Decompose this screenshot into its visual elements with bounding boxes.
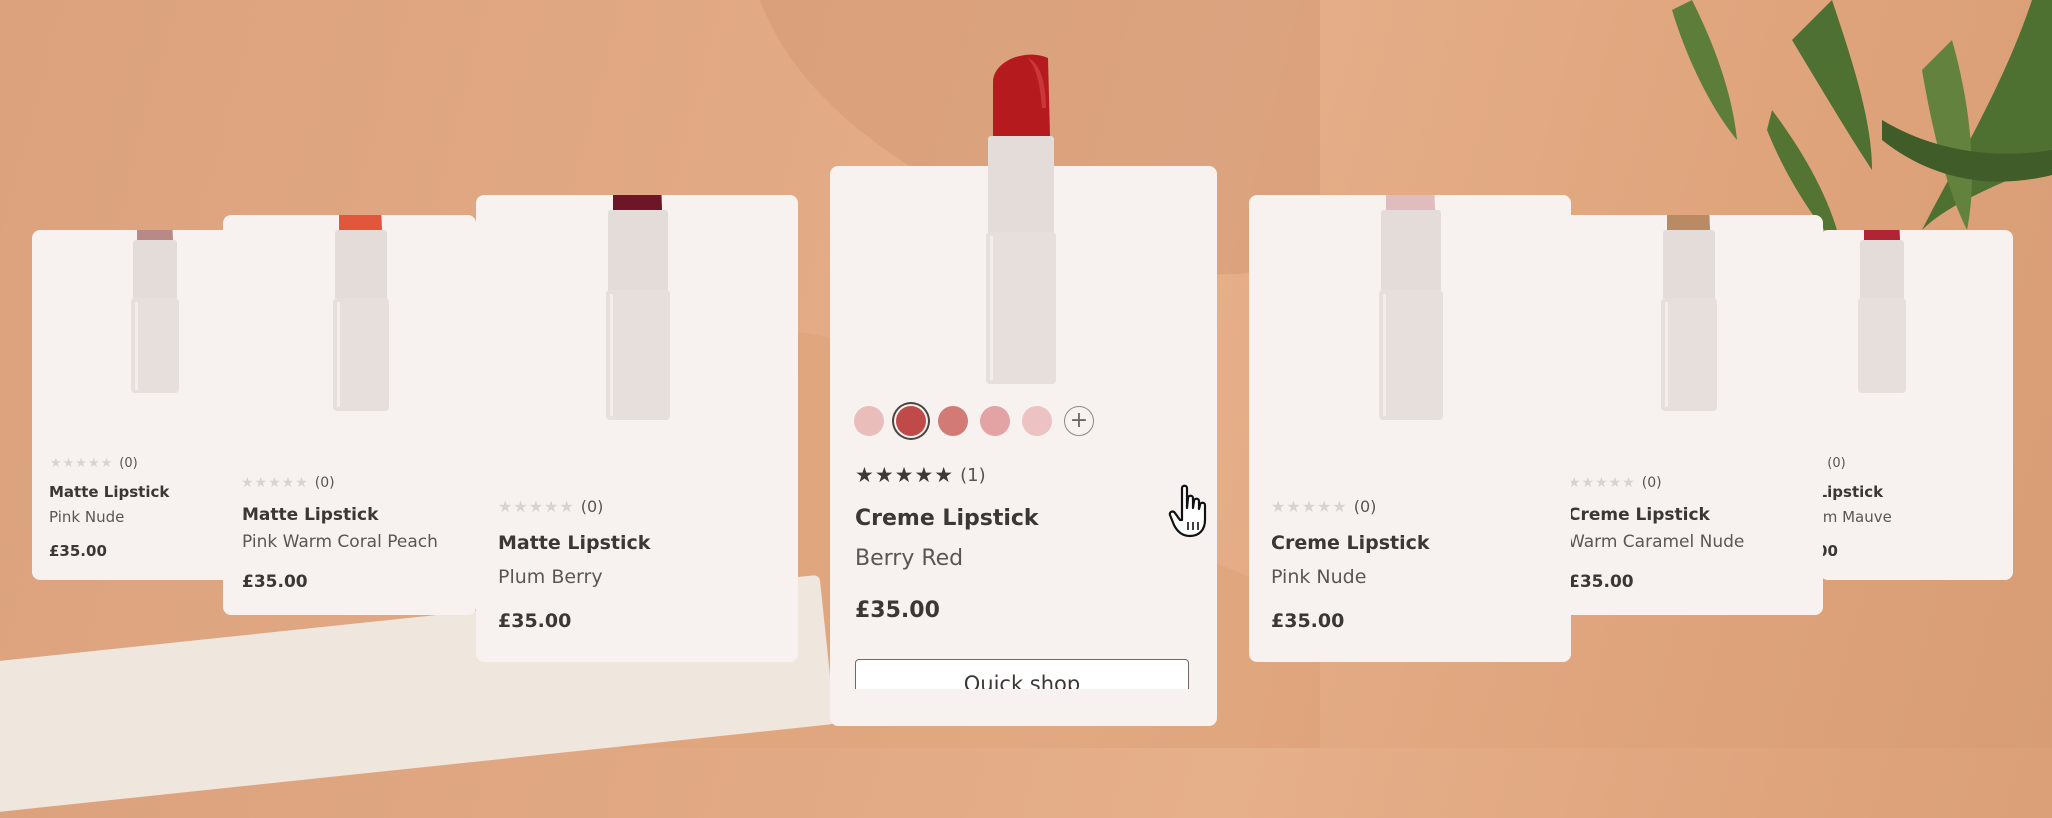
product-price: £35.00 bbox=[242, 572, 308, 592]
review-count: (0) bbox=[1641, 475, 1662, 491]
star-rating-icon: ★★★★★ bbox=[1271, 497, 1348, 516]
star-rating-icon: ★★★★★ bbox=[50, 456, 114, 471]
product-card-featured[interactable]: + ★★★★★ (1) Creme Lipstick Berry Red £35… bbox=[830, 54, 1217, 726]
product-name[interactable]: Creme Lipstick bbox=[1820, 483, 1883, 501]
lipstick-bullet bbox=[1667, 215, 1710, 230]
rating: ★★★★★ (0) bbox=[50, 456, 138, 471]
rating: ★★★★★ (0) bbox=[1271, 497, 1376, 516]
product-card-7[interactable]: ★★★★★ (0) Creme Lipstick Plum Mauve £35.… bbox=[1820, 230, 2013, 580]
product-card-3[interactable]: ★★★★★ (0) Matte Lipstick Plum Berry £35.… bbox=[476, 195, 798, 662]
product-shade: Berry Red bbox=[855, 546, 964, 571]
review-count: (0) bbox=[580, 497, 604, 516]
product-price: £35.00 bbox=[1271, 610, 1345, 632]
product-shade: Pink Nude bbox=[49, 508, 125, 526]
lipstick-bullet bbox=[1386, 195, 1435, 210]
star-rating-icon: ★★★★★ bbox=[498, 497, 575, 516]
star-rating-icon: ★★★★★ bbox=[241, 475, 309, 491]
product-card-2[interactable]: ★★★★★ (0) Matte Lipstick Pink Warm Coral… bbox=[223, 215, 476, 615]
product-shade: Plum Mauve bbox=[1820, 508, 1892, 526]
product-card-6[interactable]: ★★★★★ (0) Creme Lipstick Warm Caramel Nu… bbox=[1550, 215, 1823, 615]
product-name[interactable]: Matte Lipstick bbox=[49, 483, 169, 501]
shade-swatch-4[interactable] bbox=[980, 406, 1010, 436]
product-image bbox=[333, 215, 389, 411]
product-shade: Plum Berry bbox=[498, 566, 603, 588]
lipstick-bullet bbox=[137, 230, 173, 240]
rating: ★★★★★ (0) bbox=[1568, 475, 1662, 491]
lipstick-bullet bbox=[339, 215, 382, 230]
review-count: (0) bbox=[119, 456, 138, 471]
review-count: (0) bbox=[314, 475, 335, 491]
quick-shop-clip bbox=[830, 689, 1217, 719]
product-shade: Warm Caramel Nude bbox=[1568, 532, 1745, 552]
rating: ★★★★★ (1) bbox=[855, 463, 986, 487]
product-image bbox=[1661, 215, 1717, 411]
product-name[interactable]: Creme Lipstick bbox=[1271, 532, 1430, 554]
product-name[interactable]: Matte Lipstick bbox=[498, 532, 650, 554]
product-shade: Pink Warm Coral Peach bbox=[242, 532, 438, 552]
rating: ★★★★★ (0) bbox=[241, 475, 335, 491]
product-image bbox=[606, 195, 670, 420]
lipstick-bullet bbox=[613, 195, 662, 210]
product-image bbox=[1858, 230, 1906, 393]
star-rating-icon: ★★★★★ bbox=[855, 463, 955, 487]
rating: ★★★★★ (0) bbox=[498, 497, 603, 516]
more-shades-plus-icon[interactable]: + bbox=[1064, 406, 1094, 436]
shade-swatch-5[interactable] bbox=[1022, 406, 1052, 436]
product-name[interactable]: Matte Lipstick bbox=[242, 505, 378, 525]
shade-swatch-2-selected[interactable] bbox=[896, 406, 926, 436]
shade-swatch-1[interactable] bbox=[854, 406, 884, 436]
product-card-5[interactable]: ★★★★★ (0) Creme Lipstick Pink Nude £35.0… bbox=[1249, 195, 1571, 662]
review-count: (0) bbox=[1827, 456, 1846, 471]
product-card-1[interactable]: ★★★★★ (0) Matte Lipstick Pink Nude £35.0… bbox=[32, 230, 232, 580]
product-image bbox=[1379, 195, 1443, 420]
product-price: £35.00 bbox=[49, 542, 107, 560]
product-name[interactable]: Creme Lipstick bbox=[1568, 505, 1710, 525]
review-count: (1) bbox=[960, 464, 986, 486]
product-name[interactable]: Creme Lipstick bbox=[855, 506, 1039, 531]
product-price: £35.00 bbox=[1568, 572, 1634, 592]
rating: ★★★★★ (0) bbox=[1820, 456, 1846, 471]
star-rating-icon: ★★★★★ bbox=[1568, 475, 1636, 491]
lipstick-bullet bbox=[1864, 230, 1900, 240]
product-price: £35.00 bbox=[498, 610, 572, 632]
review-count: (0) bbox=[1353, 497, 1377, 516]
product-shade: Pink Nude bbox=[1271, 566, 1367, 588]
hand-pointer-cursor-icon bbox=[1168, 484, 1207, 538]
product-price: £35.00 bbox=[855, 598, 940, 623]
shade-swatches: + bbox=[854, 406, 1094, 436]
shade-swatch-3[interactable] bbox=[938, 406, 968, 436]
product-image bbox=[986, 54, 1056, 384]
product-image bbox=[131, 230, 179, 393]
